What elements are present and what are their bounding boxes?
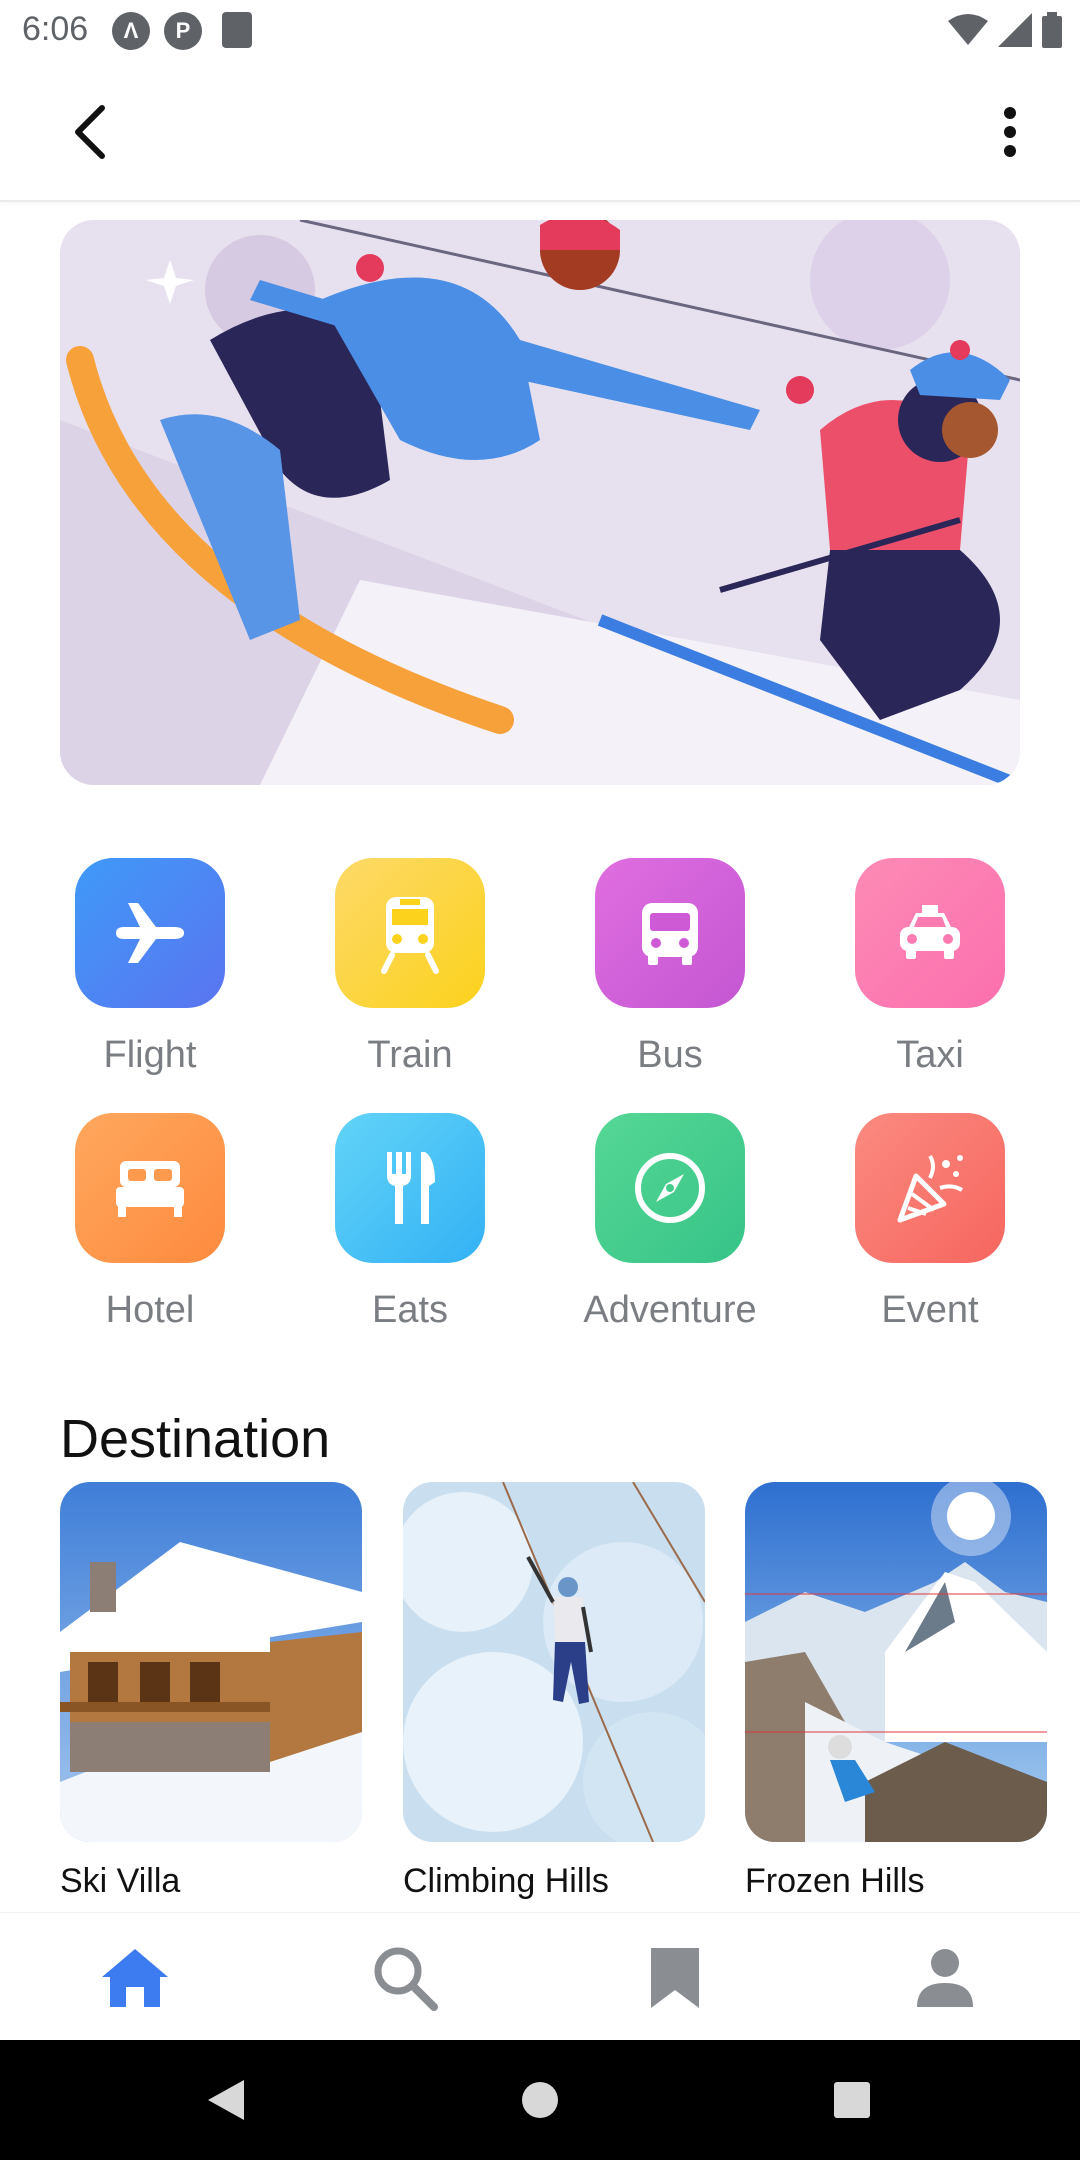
nav-profile[interactable] bbox=[905, 1943, 985, 2013]
category-label: Train bbox=[367, 1034, 453, 1076]
system-recents-button[interactable] bbox=[826, 2074, 878, 2126]
fork-knife-icon bbox=[335, 1113, 485, 1263]
nav-home[interactable] bbox=[95, 1943, 175, 2013]
category-eats[interactable]: Eats bbox=[310, 1113, 510, 1332]
bottom-navigation bbox=[0, 1912, 1080, 2041]
sd-card-icon bbox=[222, 12, 252, 48]
destination-card-frozen-hills[interactable]: Frozen Hills bbox=[745, 1482, 1047, 1901]
more-options-button[interactable] bbox=[980, 102, 1040, 162]
category-label: Taxi bbox=[896, 1034, 964, 1076]
frozen-hills-image bbox=[745, 1482, 1047, 1842]
destination-label: Ski Villa bbox=[60, 1862, 181, 1900]
category-label: Flight bbox=[103, 1034, 197, 1076]
back-button[interactable] bbox=[60, 102, 120, 162]
destination-label: Frozen Hills bbox=[745, 1862, 925, 1900]
destination-title: Destination bbox=[60, 1409, 331, 1469]
bookmark-icon bbox=[651, 1948, 699, 2008]
party-popper-icon bbox=[855, 1113, 1005, 1263]
destination-card-climbing-hills[interactable]: Climbing Hills bbox=[403, 1482, 705, 1901]
back-triangle-icon bbox=[208, 2080, 244, 2120]
signal-icon bbox=[998, 13, 1032, 47]
profile-icon bbox=[917, 1949, 973, 2007]
hero-banner-image[interactable] bbox=[60, 220, 1020, 785]
category-label: Event bbox=[881, 1289, 979, 1331]
app-notification-icon: Λ bbox=[112, 12, 150, 50]
status-bar: 6:06 Λ P bbox=[0, 0, 1080, 64]
airplane-icon bbox=[75, 858, 225, 1008]
system-navigation-bar bbox=[0, 2040, 1080, 2160]
category-label: Eats bbox=[371, 1289, 449, 1331]
category-event[interactable]: Event bbox=[830, 1113, 1030, 1332]
category-taxi[interactable]: Taxi bbox=[830, 858, 1030, 1077]
destination-label: Climbing Hills bbox=[403, 1862, 609, 1900]
battery-icon bbox=[1042, 12, 1062, 48]
category-label: Bus bbox=[637, 1034, 703, 1076]
system-status-icons bbox=[948, 12, 1062, 48]
nav-bookmarks[interactable] bbox=[635, 1943, 715, 2013]
category-flight[interactable]: Flight bbox=[50, 858, 250, 1077]
destination-card-ski-villa[interactable]: Ski Villa bbox=[60, 1482, 362, 1901]
bus-icon bbox=[595, 858, 745, 1008]
category-adventure[interactable]: Adventure bbox=[570, 1113, 770, 1332]
compass-icon bbox=[595, 1113, 745, 1263]
more-vert-icon bbox=[1004, 107, 1016, 157]
top-app-bar bbox=[0, 64, 1080, 202]
ski-villa-image bbox=[60, 1482, 362, 1842]
wifi-icon bbox=[948, 14, 988, 45]
chevron-left-icon bbox=[75, 105, 105, 159]
category-label: Adventure bbox=[583, 1289, 757, 1331]
status-time: 6:06 bbox=[22, 10, 89, 48]
taxi-icon bbox=[855, 858, 1005, 1008]
category-bus[interactable]: Bus bbox=[570, 858, 770, 1077]
system-home-button[interactable] bbox=[514, 2074, 566, 2126]
home-icon bbox=[102, 1949, 168, 2007]
skiing-illustration bbox=[60, 220, 1020, 785]
bed-icon bbox=[75, 1113, 225, 1263]
notification-icons: Λ P bbox=[112, 12, 252, 50]
app-notification-icon: P bbox=[164, 12, 202, 50]
system-back-button[interactable] bbox=[200, 2074, 252, 2126]
category-hotel[interactable]: Hotel bbox=[50, 1113, 250, 1332]
train-icon bbox=[335, 858, 485, 1008]
recents-square-icon bbox=[834, 2082, 870, 2118]
nav-search[interactable] bbox=[365, 1943, 445, 2013]
search-icon bbox=[374, 1947, 438, 2011]
home-circle-icon bbox=[522, 2082, 558, 2118]
category-label: Hotel bbox=[105, 1289, 195, 1331]
category-train[interactable]: Train bbox=[310, 858, 510, 1077]
climbing-hills-image bbox=[403, 1482, 705, 1842]
